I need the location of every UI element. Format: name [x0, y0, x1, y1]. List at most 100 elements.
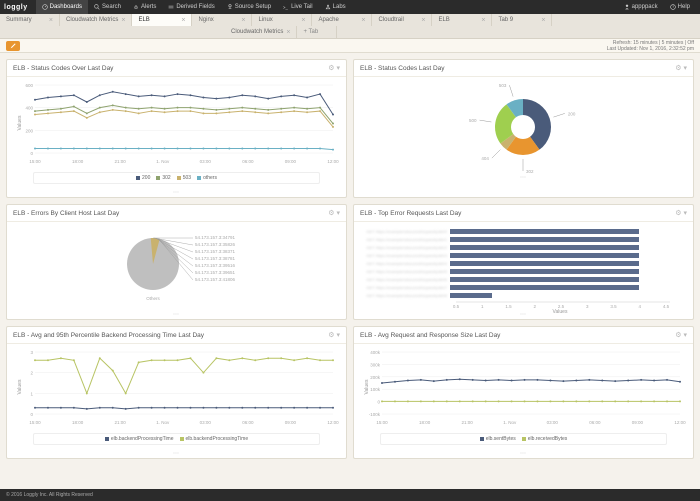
- legend-item[interactable]: elb.receivedBytes: [522, 436, 567, 442]
- gear-icon[interactable]: ⚙ ▾: [328, 64, 340, 72]
- pie-chart: 200302404500503: [360, 81, 686, 173]
- hbar-row: GET https://example/obscured/request/pat…: [360, 276, 677, 283]
- pencil-icon: [10, 42, 17, 49]
- user-menu[interactable]: appppack: [618, 0, 664, 14]
- close-icon[interactable]: ×: [481, 17, 485, 24]
- panel-status-codes-day: ELB - Status Codes Last Day ⚙ ▾ 20030240…: [353, 59, 694, 198]
- svg-text:500: 500: [469, 118, 477, 123]
- flask-icon: [325, 4, 331, 10]
- svg-text:21:00: 21:00: [115, 159, 127, 164]
- help-menu[interactable]: ? Help: [664, 0, 696, 14]
- pie-chart: 54.173.157.3:3479154.173.157.3:3582654.1…: [13, 226, 339, 310]
- svg-text:3: 3: [30, 350, 33, 355]
- tab-summary[interactable]: Summary×: [0, 14, 60, 26]
- svg-text:600: 600: [25, 83, 33, 88]
- close-icon[interactable]: ×: [181, 17, 185, 24]
- source-icon: [227, 4, 233, 10]
- tab-elb[interactable]: ELB×: [132, 14, 192, 26]
- resize-handle[interactable]: ⋯: [7, 449, 346, 458]
- close-icon[interactable]: ×: [121, 17, 125, 24]
- svg-text:200: 200: [568, 111, 576, 116]
- tab-row: Summary×Cloudwatch Metrics×ELB×Nginx×Lin…: [0, 14, 700, 39]
- tab-linux[interactable]: Linux×: [252, 14, 312, 26]
- tab-elb[interactable]: ELB×: [432, 14, 492, 26]
- brand-logo: loggly: [4, 4, 28, 11]
- nav-search[interactable]: Search: [88, 0, 127, 14]
- nav-label: Dashboards: [50, 4, 82, 10]
- footer-text: © 2016 Loggly Inc. All Rights Reserved: [6, 492, 93, 498]
- legend-item[interactable]: others: [197, 175, 217, 181]
- svg-text:4.5: 4.5: [663, 304, 670, 309]
- gear-icon[interactable]: ⚙ ▾: [675, 64, 687, 72]
- nav-source-setup[interactable]: Source Setup: [221, 0, 277, 14]
- svg-text:15:00: 15:00: [376, 420, 388, 425]
- nav-labs[interactable]: Labs: [319, 0, 352, 14]
- derived-icon: [168, 4, 174, 10]
- gear-icon[interactable]: ⚙ ▾: [328, 209, 340, 217]
- panel-title: ELB - Status Codes Last Day: [360, 65, 445, 72]
- tab-label: Nginx: [198, 17, 213, 23]
- refresh-info[interactable]: Refresh: 15 minutes | 5 minutes | Off La…: [607, 40, 694, 52]
- tab-tab-9[interactable]: Tab 9×: [492, 14, 552, 26]
- tab-cloudwatch-metrics[interactable]: Cloudwatch Metrics×: [225, 26, 297, 38]
- nav-dashboards[interactable]: Dashboards: [36, 0, 88, 14]
- svg-text:21:00: 21:00: [462, 420, 474, 425]
- tab-cloudtrail[interactable]: Cloudtrail×: [372, 14, 432, 26]
- hbar-row: GET https://example/obscured/request/pat…: [360, 260, 677, 267]
- svg-text:09:00: 09:00: [632, 420, 644, 425]
- search-icon: [94, 4, 100, 10]
- gear-icon[interactable]: ⚙ ▾: [328, 331, 340, 339]
- nav-derived-fields[interactable]: Derived Fields: [162, 0, 220, 14]
- edit-dashboard-button[interactable]: [6, 41, 20, 51]
- close-icon[interactable]: ×: [241, 17, 245, 24]
- panel-title: ELB - Top Error Requests Last Day: [360, 210, 461, 217]
- svg-text:12:00: 12:00: [327, 420, 339, 425]
- user-icon: [624, 4, 630, 10]
- dashboard-grid: ELB - Status Codes Over Last Day ⚙ ▾ Val…: [0, 53, 700, 465]
- nav-alerts[interactable]: Alerts: [127, 0, 162, 14]
- close-icon[interactable]: ×: [541, 17, 545, 24]
- close-icon[interactable]: ×: [421, 17, 425, 24]
- svg-text:1: 1: [481, 304, 484, 309]
- svg-text:Values: Values: [553, 309, 568, 314]
- gear-icon[interactable]: ⚙ ▾: [675, 209, 687, 217]
- footer: © 2016 Loggly Inc. All Rights Reserved: [0, 489, 700, 501]
- svg-text:Values: Values: [364, 379, 370, 394]
- tab-label: Cloudwatch Metrics: [66, 17, 118, 23]
- legend-item[interactable]: elb.backendProcessingTime: [105, 436, 174, 442]
- resize-handle[interactable]: ⋯: [7, 188, 346, 197]
- legend-item[interactable]: 503: [177, 175, 191, 181]
- tab-label: Apache: [318, 17, 338, 23]
- nav-label: Live Tail: [291, 4, 313, 10]
- svg-text:1. Nov: 1. Nov: [156, 420, 170, 425]
- resize-handle[interactable]: ⋯: [354, 449, 693, 458]
- tab-apache[interactable]: Apache ×: [312, 14, 372, 26]
- svg-text:12:00: 12:00: [674, 420, 686, 425]
- gear-icon[interactable]: ⚙ ▾: [675, 331, 687, 339]
- legend-item[interactable]: elb.sentBytes: [480, 436, 516, 442]
- panel-title: ELB - Errors By Client Host Last Day: [13, 210, 119, 217]
- tab-cloudwatch-metrics[interactable]: Cloudwatch Metrics×: [60, 14, 132, 26]
- panel-backend-processing-time: ELB - Avg and 95th Percentile Backend Pr…: [6, 326, 347, 459]
- close-icon[interactable]: ×: [49, 17, 53, 24]
- hbar-chart: GET https://example/obscured/request/pat…: [360, 226, 687, 299]
- tab--tab[interactable]: + Tab: [297, 26, 337, 38]
- chart-axis: 0.511.522.533.544.5Values: [360, 300, 686, 314]
- hbar-row: GET https://example/obscured/request/pat…: [360, 284, 677, 291]
- help-label: Help: [678, 4, 690, 10]
- tab-nginx[interactable]: Nginx ×: [192, 14, 252, 26]
- tail-icon: >_: [283, 4, 289, 10]
- hbar-row: GET https://example/obscured/request/pat…: [360, 244, 677, 251]
- legend-item[interactable]: 302: [156, 175, 170, 181]
- user-label: appppack: [632, 4, 658, 10]
- svg-text:54.173.157.3:35826: 54.173.157.3:35826: [195, 242, 236, 247]
- legend-item[interactable]: 200: [136, 175, 150, 181]
- svg-text:15:00: 15:00: [29, 420, 41, 425]
- svg-text:1.5: 1.5: [505, 304, 512, 309]
- close-icon[interactable]: ×: [361, 17, 365, 24]
- nav-live-tail[interactable]: >_ Live Tail: [277, 0, 319, 14]
- close-icon[interactable]: ×: [301, 17, 305, 24]
- legend-item[interactable]: elb.backendProcessingTime: [180, 436, 249, 442]
- svg-text:100k: 100k: [370, 387, 381, 392]
- close-icon[interactable]: ×: [286, 29, 290, 36]
